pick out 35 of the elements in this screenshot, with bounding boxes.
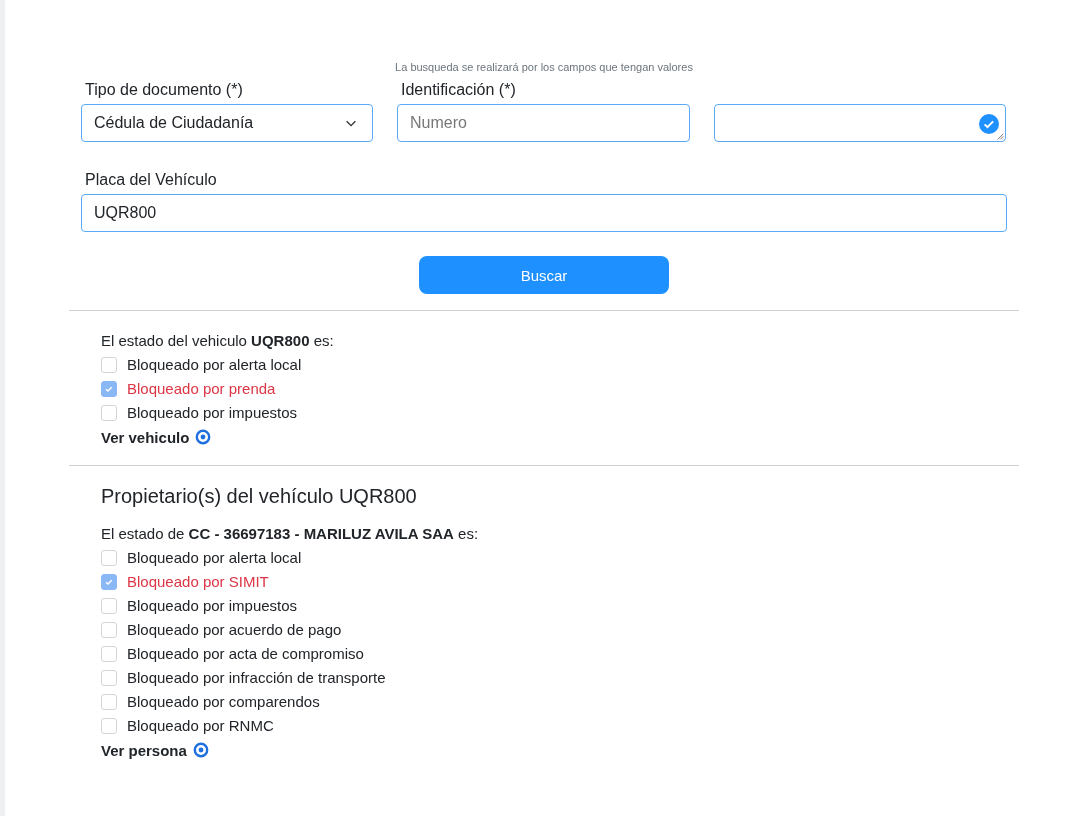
checkbox[interactable]: [101, 381, 117, 397]
checkbox-label: Bloqueado por alerta local: [127, 548, 302, 568]
view-person-link[interactable]: Ver persona: [101, 741, 187, 759]
checkbox-label: Bloqueado por acta de compromiso: [127, 644, 364, 664]
identification-field[interactable]: Numero: [397, 104, 690, 142]
status-text: El estado del vehiculo UQR800 es:: [101, 331, 334, 351]
view-vehicle-link[interactable]: Ver vehiculo: [101, 428, 190, 446]
checkbox-label: Bloqueado por comparendos: [127, 692, 320, 712]
checkbox-label: Bloqueado por impuestos: [127, 596, 298, 616]
document-type-select[interactable]: Cédula de Ciudadanía: [81, 104, 373, 142]
checkbox-label: Bloqueado por RNMC: [127, 716, 274, 736]
checkbox[interactable]: [101, 574, 117, 590]
checkbox[interactable]: [101, 622, 117, 638]
checkbox[interactable]: [101, 550, 117, 566]
checkbox-label: Bloqueado por infracción de transporte: [127, 668, 386, 688]
field-label: Placa del Vehículo: [85, 170, 217, 190]
plate-field[interactable]: UQR800: [81, 194, 1007, 232]
checkbox[interactable]: [101, 357, 117, 373]
checkbox[interactable]: [101, 646, 117, 662]
checkbox[interactable]: [101, 718, 117, 734]
checkbox[interactable]: [101, 694, 117, 710]
section-title: Propietario(s) del vehículo UQR800: [101, 484, 417, 508]
checkbox-label: Bloqueado por impuestos: [127, 403, 298, 423]
field-label: Tipo de documento (*): [85, 80, 243, 100]
hint-text: La busqueda se realizará por los campos que tengan valores: [395, 60, 693, 74]
checkbox-label: Bloqueado por SIMIT: [127, 572, 269, 592]
checkbox-label: Bloqueado por alerta local: [127, 355, 302, 375]
checkbox[interactable]: [101, 598, 117, 614]
checkbox[interactable]: [101, 670, 117, 686]
checkbox-label: Bloqueado por prenda: [127, 379, 276, 399]
status-text: El estado de CC - 36697183 - MARILUZ AVILA SAA es:: [101, 524, 479, 544]
field-label: Identificación (*): [401, 80, 516, 100]
checkbox[interactable]: [101, 405, 117, 421]
text-area-field[interactable]: [714, 104, 1006, 142]
checkbox-label: Bloqueado por acuerdo de pago: [127, 620, 342, 640]
